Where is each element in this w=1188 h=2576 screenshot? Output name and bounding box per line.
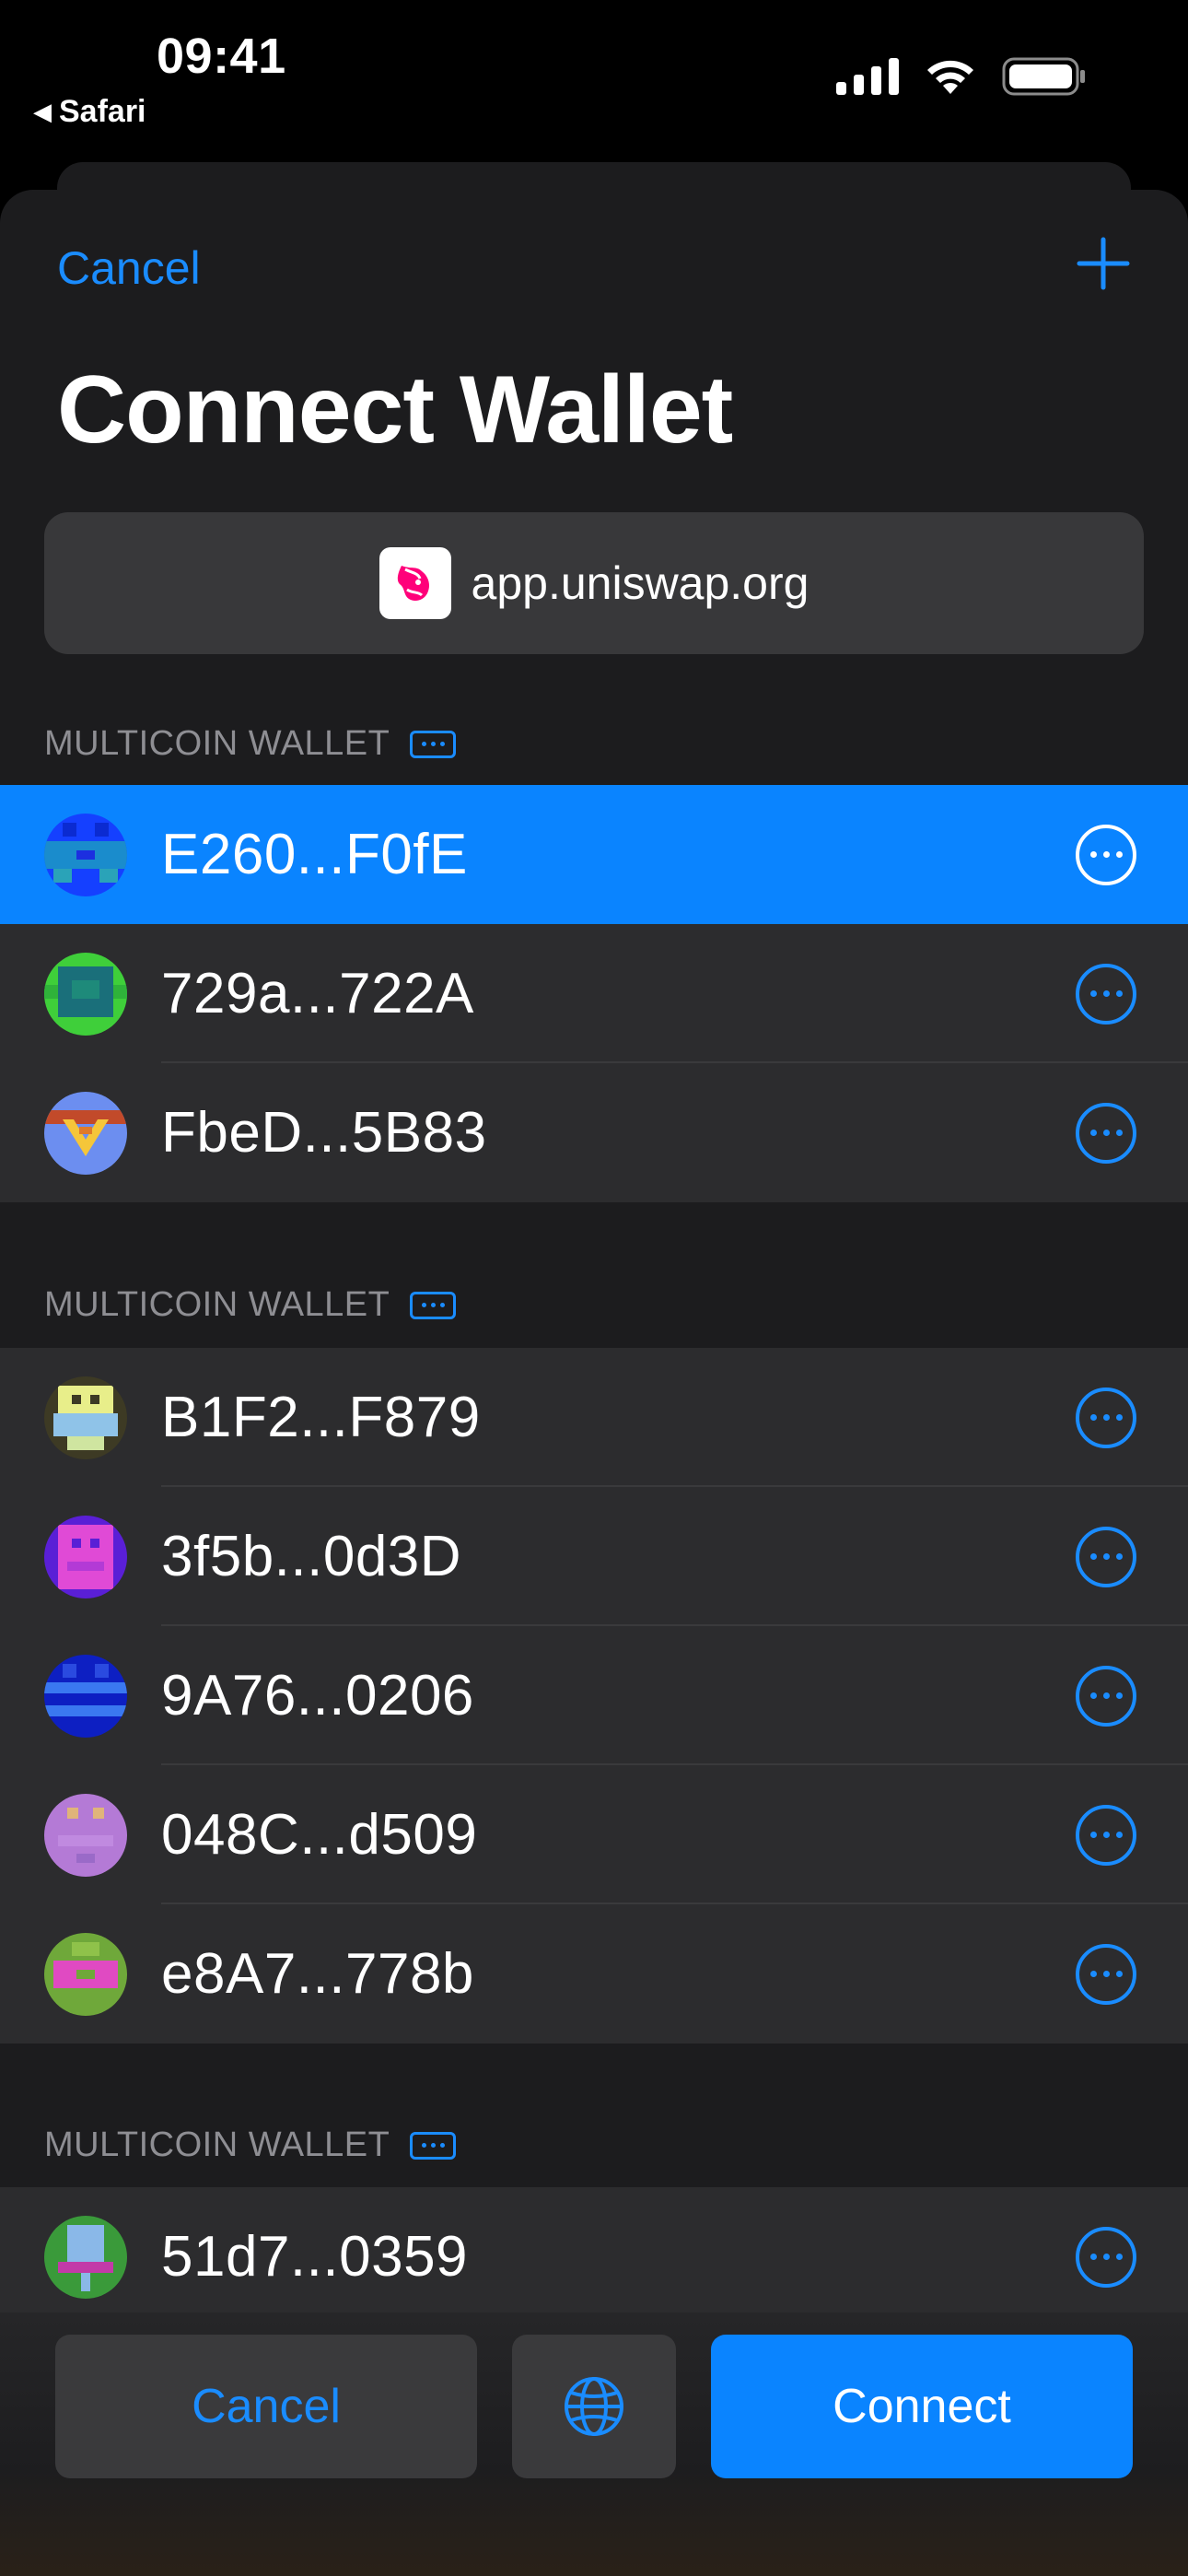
section-header-label: MULTICOIN WALLET bbox=[44, 1285, 390, 1324]
account-row[interactable]: B1F2...F879 bbox=[0, 1348, 1188, 1487]
wallet-group-2: B1F2...F879 3f5b...0d3D 9A76...0206 048C… bbox=[0, 1348, 1188, 2043]
more-options-icon[interactable] bbox=[1076, 963, 1136, 1025]
back-to-app-button[interactable]: ◀ Safari bbox=[33, 94, 146, 130]
back-triangle-icon: ◀ bbox=[33, 98, 52, 125]
page-title: Connect Wallet bbox=[57, 357, 733, 463]
uniswap-logo-icon bbox=[379, 547, 451, 619]
account-row[interactable]: 048C...d509 bbox=[0, 1765, 1188, 1904]
account-address: FbeD...5B83 bbox=[161, 1101, 487, 1165]
network-button[interactable] bbox=[512, 2335, 676, 2478]
account-avatar-icon bbox=[44, 2215, 127, 2299]
site-pill: app.uniswap.org bbox=[44, 512, 1144, 654]
account-avatar-icon bbox=[44, 1091, 127, 1175]
section-header-wallet-3: MULTICOIN WALLET bbox=[44, 2125, 457, 2165]
cancel-button[interactable]: Cancel bbox=[55, 2335, 477, 2478]
account-address: 9A76...0206 bbox=[161, 1664, 474, 1727]
connect-button[interactable]: Connect bbox=[711, 2335, 1133, 2478]
section-header-wallet-1: MULTICOIN WALLET bbox=[44, 724, 457, 764]
back-app-label: Safari bbox=[59, 94, 146, 129]
battery-icon bbox=[1002, 57, 1085, 96]
account-row[interactable]: E260...F0fE bbox=[0, 785, 1188, 924]
add-wallet-button[interactable] bbox=[1076, 236, 1131, 296]
more-options-icon[interactable] bbox=[1076, 1102, 1136, 1164]
more-options-icon[interactable] bbox=[1076, 2226, 1136, 2288]
account-address: e8A7...778b bbox=[161, 1942, 474, 2006]
wallet-badge-icon bbox=[410, 2131, 457, 2160]
wallet-badge-icon bbox=[410, 1291, 457, 1319]
status-time: 09:41 bbox=[157, 29, 286, 84]
account-row[interactable]: 51d7...0359 bbox=[0, 2187, 1188, 2326]
account-avatar-icon bbox=[44, 1793, 127, 1877]
account-row[interactable]: FbeD...5B83 bbox=[0, 1063, 1188, 1202]
more-options-icon[interactable] bbox=[1076, 1526, 1136, 1587]
wallet-group-1: E260...F0fE 729a...722A FbeD...5B83 bbox=[0, 785, 1188, 1202]
account-address: 729a...722A bbox=[161, 962, 474, 1025]
account-avatar-icon bbox=[44, 1932, 127, 2016]
account-avatar-icon bbox=[44, 1376, 127, 1459]
cellular-signal-icon bbox=[836, 58, 899, 95]
account-row[interactable]: 729a...722A bbox=[0, 924, 1188, 1063]
account-avatar-icon bbox=[44, 1654, 127, 1738]
account-row[interactable]: e8A7...778b bbox=[0, 1904, 1188, 2043]
site-url: app.uniswap.org bbox=[471, 557, 809, 609]
account-address: B1F2...F879 bbox=[161, 1386, 481, 1449]
account-avatar-icon bbox=[44, 813, 127, 896]
account-address: 048C...d509 bbox=[161, 1803, 478, 1867]
more-options-icon[interactable] bbox=[1076, 824, 1136, 885]
account-avatar-icon bbox=[44, 952, 127, 1036]
connect-wallet-sheet: Cancel Connect Wallet app.uniswap.org MU… bbox=[0, 190, 1188, 2576]
account-row[interactable]: 9A76...0206 bbox=[0, 1626, 1188, 1765]
more-options-icon[interactable] bbox=[1076, 1943, 1136, 2005]
nav-cancel-button[interactable]: Cancel bbox=[57, 241, 201, 295]
more-options-icon[interactable] bbox=[1076, 1665, 1136, 1727]
globe-icon bbox=[565, 2377, 623, 2436]
wallet-badge-icon bbox=[410, 730, 457, 758]
bottom-action-bar: Cancel Connect bbox=[0, 2313, 1188, 2576]
account-address: 51d7...0359 bbox=[161, 2225, 469, 2289]
section-header-label: MULTICOIN WALLET bbox=[44, 2125, 390, 2164]
more-options-icon[interactable] bbox=[1076, 1387, 1136, 1448]
screen: 09:41 ◀ Safari Cancel Connect Wallet app… bbox=[0, 0, 1188, 2576]
account-row[interactable]: 3f5b...0d3D bbox=[0, 1487, 1188, 1626]
section-header-wallet-2: MULTICOIN WALLET bbox=[44, 1285, 457, 1325]
account-address: 3f5b...0d3D bbox=[161, 1525, 462, 1588]
account-avatar-icon bbox=[44, 1515, 127, 1598]
section-header-label: MULTICOIN WALLET bbox=[44, 724, 390, 763]
wifi-icon bbox=[927, 60, 973, 94]
status-icons bbox=[836, 57, 1087, 96]
more-options-icon[interactable] bbox=[1076, 1804, 1136, 1866]
account-address: E260...F0fE bbox=[161, 823, 468, 886]
plus-icon bbox=[1077, 237, 1130, 290]
wallet-group-3: 51d7...0359 bbox=[0, 2187, 1188, 2326]
